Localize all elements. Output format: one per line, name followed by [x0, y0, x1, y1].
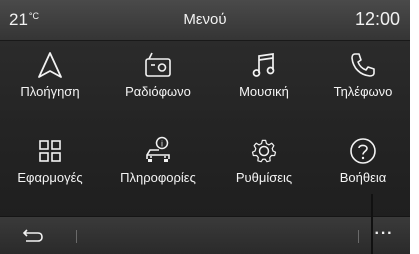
settings-gear-icon [251, 139, 277, 163]
car-info-icon: i [146, 136, 170, 162]
bottom-bar: ··· [0, 216, 410, 254]
tile-navigation[interactable]: Πλοήγηση [0, 50, 100, 126]
tile-label: Βοήθεια [339, 170, 387, 185]
tile-radio[interactable]: Ραδιόφωνο [108, 50, 208, 126]
divider [358, 230, 359, 243]
divider [76, 230, 77, 243]
tile-label: Μουσική [239, 84, 289, 99]
clock: 12:00 [354, 9, 400, 29]
help-question-icon [350, 138, 376, 164]
apps-grid-icon [39, 140, 61, 162]
tile-label: Εφαρμογές [17, 170, 83, 185]
tile-apps[interactable]: Εφαρμογές [0, 136, 100, 212]
navigation-arrow-icon [38, 52, 62, 78]
back-arrow-icon[interactable] [18, 227, 46, 247]
status-bar: 21°C Μενού 12:00 [0, 0, 410, 41]
music-note-icon [252, 53, 275, 77]
tile-settings[interactable]: Ρυθμίσεις [214, 136, 314, 212]
tile-label: Ραδιόφωνο [125, 84, 191, 99]
tile-label: Πληροφορίες [120, 170, 196, 185]
tile-music[interactable]: Μουσική [214, 50, 314, 126]
tile-help[interactable]: Βοήθεια [313, 136, 410, 212]
infotainment-screen: 21°C Μενού 12:00 Πλοήγηση Ραδιόφωνο Μουσ… [0, 0, 410, 254]
tile-label: Ρυθμίσεις [235, 170, 293, 185]
phone-icon [351, 53, 375, 77]
tile-label: Τηλέφωνο [333, 84, 393, 99]
page-title: Μενού [183, 11, 227, 28]
tile-info[interactable]: i Πληροφορίες [108, 136, 208, 212]
callout-line [371, 194, 373, 254]
svg-text:i: i [161, 140, 163, 149]
tile-label: Πλοήγηση [20, 84, 80, 99]
radio-icon [145, 52, 171, 77]
tile-phone[interactable]: Τηλέφωνο [313, 50, 410, 126]
